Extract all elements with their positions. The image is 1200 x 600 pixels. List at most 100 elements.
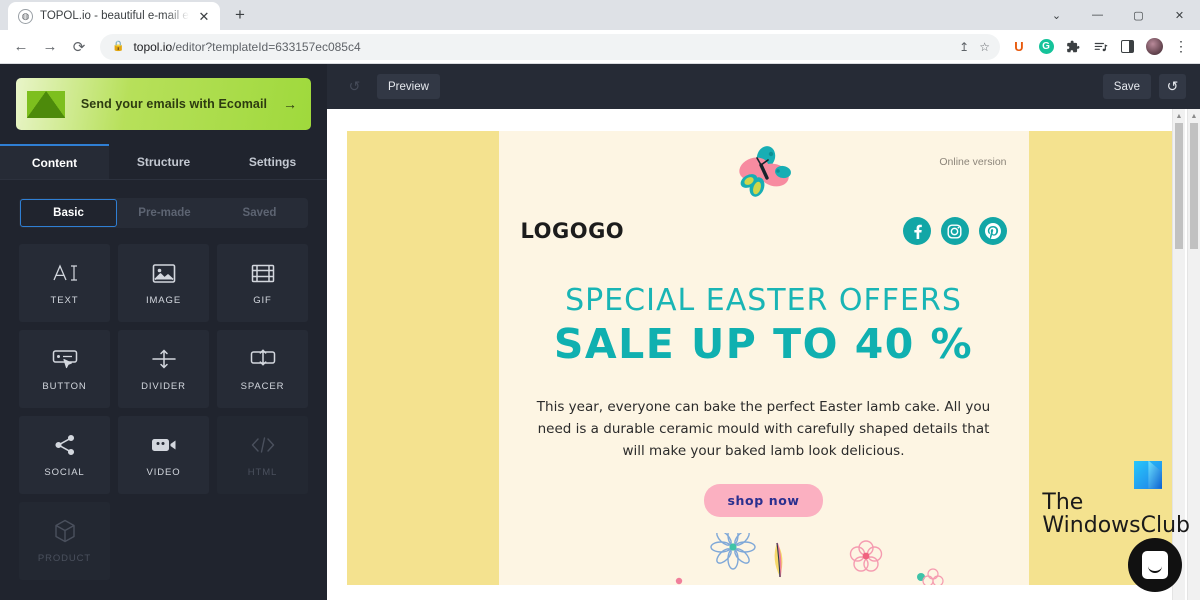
- shop-now-button[interactable]: shop now: [704, 484, 823, 517]
- intercom-messenger-launcher[interactable]: [1128, 538, 1182, 592]
- online-version-link[interactable]: Online version: [939, 156, 1006, 168]
- block-label: GIF: [253, 295, 272, 306]
- pinterest-icon[interactable]: [978, 217, 1007, 245]
- scroll-up-arrow-icon[interactable]: ▲: [1173, 109, 1185, 123]
- preview-button[interactable]: Preview: [377, 74, 440, 99]
- lock-icon: 🔒: [112, 41, 125, 52]
- tab-favicon-icon: ◍: [18, 8, 33, 24]
- canvas-top-padding: [327, 109, 1200, 131]
- subtab-pre-made[interactable]: Pre-made: [117, 199, 212, 227]
- image-icon: [152, 260, 176, 286]
- url-text: topol.io/editor?templateId=633157ec085c4: [133, 40, 950, 54]
- content-subtabs: Basic Pre-made Saved: [19, 198, 308, 228]
- browser-window: ◍ TOPOL.io - beautiful e-mail editor ✕ +…: [0, 0, 1200, 600]
- instagram-icon[interactable]: [940, 217, 969, 245]
- text-icon: [52, 260, 78, 286]
- back-button[interactable]: ←: [7, 33, 35, 61]
- email-headline-secondary[interactable]: SALE UP TO 40 %: [521, 320, 1007, 368]
- grammarly-icon[interactable]: G: [1034, 35, 1058, 59]
- reload-button[interactable]: ⟳: [65, 33, 93, 61]
- block-label: SPACER: [240, 381, 285, 392]
- scrollbar-thumb[interactable]: [1175, 123, 1183, 249]
- flower-illustrations: [521, 524, 1007, 587]
- scrollbar-thumb[interactable]: [1190, 123, 1198, 249]
- tab-title: TOPOL.io - beautiful e-mail editor: [40, 10, 189, 22]
- email-header-row: LOGOGO: [521, 209, 1007, 253]
- block-gif[interactable]: GIF: [217, 244, 308, 322]
- url-path: /editor?templateId=633157ec085c4: [172, 39, 361, 54]
- block-social[interactable]: SOCIAL: [19, 416, 110, 494]
- history-button[interactable]: ↺: [1159, 74, 1186, 99]
- editor-scrollbar[interactable]: ▲: [1172, 109, 1185, 600]
- block-text[interactable]: TEXT: [19, 244, 110, 322]
- sidebar-tabs: Content Structure Settings: [0, 144, 327, 180]
- forward-button[interactable]: →: [36, 33, 64, 61]
- tab-settings[interactable]: Settings: [218, 144, 327, 180]
- gif-icon: [251, 260, 275, 286]
- url-domain: topol.io: [133, 39, 173, 54]
- code-icon: [251, 432, 275, 458]
- address-bar[interactable]: 🔒 topol.io/editor?templateId=633157ec085…: [100, 33, 1000, 60]
- topol-editor-app: Send your emails with Ecomail → Content …: [0, 64, 1200, 600]
- block-product: PRODUCT: [19, 502, 110, 580]
- tab-structure[interactable]: Structure: [109, 144, 218, 180]
- block-label: IMAGE: [145, 295, 182, 306]
- button-icon: [52, 346, 78, 372]
- undo-button: ↺: [348, 78, 361, 94]
- block-label: VIDEO: [146, 467, 181, 478]
- profile-avatar[interactable]: [1142, 35, 1166, 59]
- block-spacer[interactable]: SPACER: [217, 330, 308, 408]
- browser-tab[interactable]: ◍ TOPOL.io - beautiful e-mail editor ✕: [8, 2, 220, 30]
- block-video[interactable]: VIDEO: [118, 416, 209, 494]
- page-scrollbar[interactable]: ▲: [1187, 109, 1200, 600]
- social-share-icon: [54, 432, 76, 458]
- social-links: [902, 217, 1007, 245]
- cube-icon: [54, 518, 76, 544]
- window-collapse-button[interactable]: ⌄: [1036, 0, 1077, 30]
- email-body[interactable]: Online version LOGOGO SPECIAL EASTER OFF…: [498, 131, 1029, 587]
- reading-list-icon[interactable]: [1088, 35, 1112, 59]
- block-label: TEXT: [50, 295, 79, 306]
- email-template[interactable]: Online version LOGOGO SPECIAL EASTER OFF…: [347, 131, 1180, 587]
- tab-strip: ◍ TOPOL.io - beautiful e-mail editor ✕ +…: [0, 0, 1200, 30]
- email-logo[interactable]: LOGOGO: [521, 219, 625, 243]
- side-panel-icon[interactable]: [1115, 35, 1139, 59]
- arrow-right-icon: →: [283, 96, 297, 112]
- block-button[interactable]: BUTTON: [19, 330, 110, 408]
- spacer-icon: [250, 346, 276, 372]
- share-icon[interactable]: ↥: [959, 40, 969, 54]
- facebook-icon[interactable]: [902, 217, 931, 245]
- puzzle-icon[interactable]: [1061, 35, 1085, 59]
- ext-u-icon[interactable]: U: [1007, 35, 1031, 59]
- bookmark-star-icon[interactable]: ☆: [979, 40, 990, 54]
- block-divider[interactable]: DIVIDER: [118, 330, 209, 408]
- block-image[interactable]: IMAGE: [118, 244, 209, 322]
- browser-menu-icon[interactable]: ⋮: [1169, 35, 1193, 59]
- browser-toolbar: ← → ⟳ 🔒 topol.io/editor?templateId=63315…: [0, 30, 1200, 64]
- ecomail-promo-banner[interactable]: Send your emails with Ecomail →: [16, 78, 311, 130]
- window-controls: ⌄ — ▢ ✕: [1036, 0, 1200, 30]
- window-maximize-button[interactable]: ▢: [1118, 0, 1159, 30]
- email-body-text[interactable]: This year, everyone can bake the perfect…: [533, 396, 995, 462]
- block-label: HTML: [247, 467, 278, 478]
- divider-icon: [151, 346, 177, 372]
- tab-content[interactable]: Content: [0, 144, 109, 180]
- block-label: DIVIDER: [141, 381, 186, 392]
- window-minimize-button[interactable]: —: [1077, 0, 1118, 30]
- subtab-basic[interactable]: Basic: [20, 199, 117, 227]
- save-button[interactable]: Save: [1102, 74, 1151, 99]
- block-label: BUTTON: [42, 381, 87, 392]
- subtab-saved[interactable]: Saved: [212, 199, 307, 227]
- scroll-up-arrow-icon[interactable]: ▲: [1188, 109, 1200, 123]
- window-close-button[interactable]: ✕: [1159, 0, 1200, 30]
- omnibox-actions: ↥ ☆: [959, 40, 990, 54]
- block-label: SOCIAL: [44, 467, 85, 478]
- block-html: HTML: [217, 416, 308, 494]
- editor-area: ↺ Preview Save ↺ Online version LOGOGO S…: [327, 64, 1200, 600]
- tab-close-icon[interactable]: ✕: [196, 10, 212, 23]
- new-tab-button[interactable]: +: [226, 1, 254, 29]
- email-headline-primary[interactable]: SPECIAL EASTER OFFERS: [521, 283, 1007, 318]
- video-camera-icon: [151, 432, 177, 458]
- extension-bar: U G ⋮: [1007, 35, 1193, 59]
- email-canvas[interactable]: Online version LOGOGO SPECIAL EASTER OFF…: [327, 109, 1200, 600]
